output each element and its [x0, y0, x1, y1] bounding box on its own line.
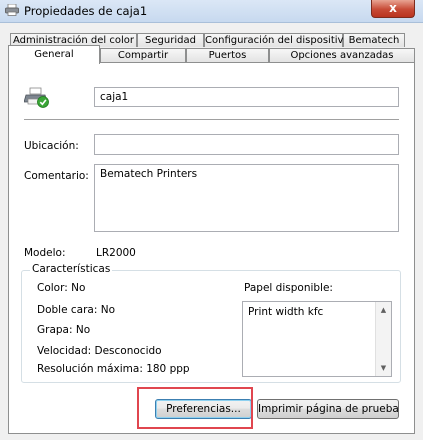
close-button[interactable]: x	[371, 0, 415, 18]
paper-listbox[interactable]: Print width kfc ▲ ▼	[242, 301, 392, 377]
comment-label: Comentario:	[24, 170, 89, 182]
print-test-page-button[interactable]: Imprimir página de prueba	[257, 399, 399, 419]
printer-name-field[interactable]: caja1	[94, 87, 399, 107]
tab-bematech[interactable]: Bematech	[343, 33, 405, 47]
tab-sharing[interactable]: Compartir	[100, 48, 186, 62]
close-icon: x	[389, 1, 397, 15]
properties-window: Propiedades de caja1 x Administración de…	[0, 0, 423, 440]
printer-icon	[5, 4, 19, 16]
features-title: Características	[30, 263, 113, 275]
scroll-up-icon[interactable]: ▲	[376, 306, 391, 314]
tab-security[interactable]: Seguridad	[137, 33, 204, 47]
paper-scrollbar[interactable]: ▲ ▼	[375, 302, 391, 376]
feature-duplex: Doble cara: No	[37, 304, 116, 316]
printer-ready-icon	[24, 87, 49, 108]
location-label: Ubicación:	[24, 140, 79, 152]
feature-staple: Grapa: No	[37, 324, 91, 336]
separator	[24, 119, 399, 120]
title-bar: Propiedades de caja1 x	[0, 0, 423, 23]
tab-advanced-options[interactable]: Opciones avanzadas	[269, 48, 415, 62]
location-field[interactable]	[94, 134, 399, 155]
window-title: Propiedades de caja1	[24, 4, 148, 18]
comment-field[interactable]: Bematech Printers	[94, 164, 399, 232]
model-label: Modelo:	[24, 247, 66, 259]
scroll-down-icon[interactable]: ▼	[376, 364, 391, 372]
tab-ports[interactable]: Puertos	[186, 48, 269, 62]
highlight-box	[137, 387, 253, 429]
model-value: LR2000	[96, 247, 136, 259]
feature-speed: Velocidad: Desconocido	[37, 345, 162, 357]
feature-color: Color: No	[37, 282, 86, 294]
list-item[interactable]: Print width kfc	[248, 306, 323, 318]
general-panel: caja1 Ubicación: Comentario: Bematech Pr…	[8, 62, 415, 434]
tab-device-settings[interactable]: Configuración del dispositivo	[204, 33, 350, 47]
feature-resolution: Resolución máxima: 180 ppp	[37, 363, 190, 375]
tab-general[interactable]: General	[8, 45, 100, 64]
paper-label: Papel disponible:	[244, 282, 333, 294]
